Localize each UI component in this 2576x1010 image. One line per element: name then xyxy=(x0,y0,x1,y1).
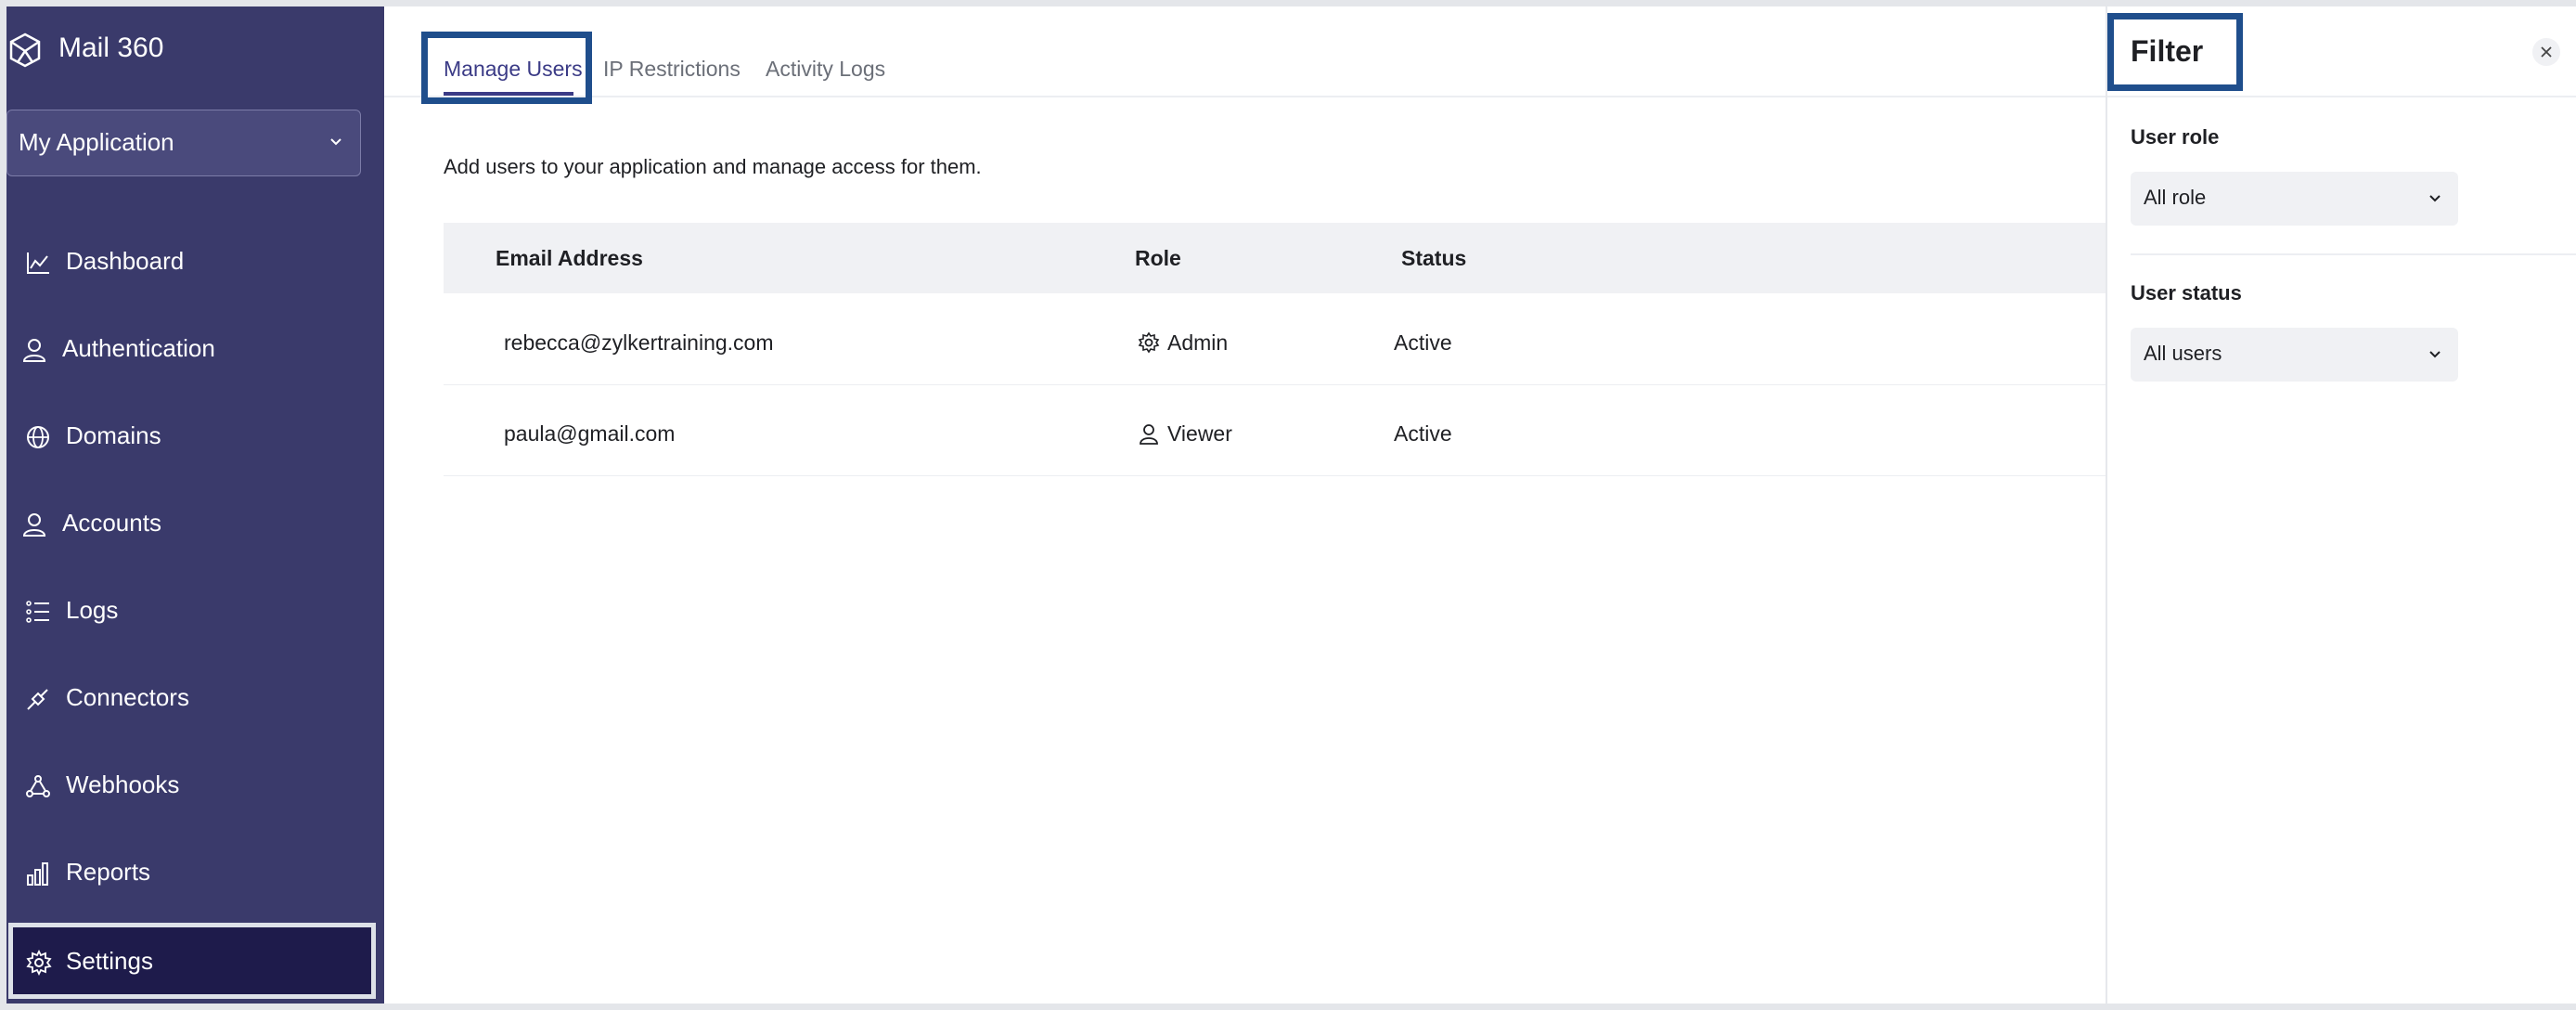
user-email: paula@gmail.com xyxy=(504,421,676,446)
user-icon xyxy=(22,339,46,362)
bar-chart-icon xyxy=(27,862,48,886)
sidebar-item-accounts[interactable]: Accounts xyxy=(6,489,384,558)
user-icon xyxy=(1140,424,1158,445)
close-button[interactable] xyxy=(2532,38,2560,66)
tab-ip-restrictions[interactable]: IP Restrictions xyxy=(603,57,741,82)
chevron-down-icon xyxy=(2429,351,2441,358)
column-header-role: Role xyxy=(1135,246,1181,270)
user-role: Admin xyxy=(1167,330,1229,355)
user-icon xyxy=(22,513,46,537)
sidebar: Mail 360 My Application Dashboard Authen… xyxy=(6,6,384,1004)
sidebar-item-label: Reports xyxy=(66,858,151,886)
main-content: Manage Users IP Restrictions Activity Lo… xyxy=(384,6,2106,1004)
user-status: Active xyxy=(1394,421,1452,446)
sidebar-item-reports[interactable]: Reports xyxy=(6,838,384,907)
tab-manage-users[interactable]: Manage Users xyxy=(444,57,583,82)
app-name: Mail 360 xyxy=(58,32,164,63)
webhook-icon xyxy=(26,775,50,797)
sidebar-item-label: Accounts xyxy=(62,509,161,537)
globe-icon xyxy=(27,426,49,448)
filter-title: Filter xyxy=(2131,34,2204,68)
chevron-down-icon xyxy=(330,138,341,146)
user-status-label: User status xyxy=(2131,281,2242,304)
column-header-email: Email Address xyxy=(496,246,643,270)
close-icon xyxy=(2541,46,2552,58)
sidebar-item-dashboard[interactable]: Dashboard xyxy=(6,227,384,296)
filter-header-divider xyxy=(2107,96,2576,97)
table-row[interactable]: rebecca@zylkertraining.com Admin Active xyxy=(444,293,2106,385)
sidebar-item-label: Connectors xyxy=(66,683,189,711)
sidebar-item-settings[interactable]: Settings xyxy=(8,923,376,999)
user-role-select[interactable]: All role xyxy=(2131,172,2458,226)
gear-icon xyxy=(1138,331,1160,354)
table-header: Email Address Role Status xyxy=(444,223,2106,293)
column-header-status: Status xyxy=(1401,246,1467,270)
filter-panel: Filter User role All role User status Al… xyxy=(2106,6,2576,1004)
user-role-select-value: All role xyxy=(2144,186,2207,209)
chart-line-icon xyxy=(27,252,49,274)
sidebar-item-label: Logs xyxy=(66,596,119,624)
table-row[interactable]: paula@gmail.com Viewer Active xyxy=(444,384,2106,476)
page-description: Add users to your application and manage… xyxy=(444,155,982,178)
sidebar-item-label: Domains xyxy=(66,421,161,449)
sidebar-item-authentication[interactable]: Authentication xyxy=(6,315,384,383)
sidebar-item-webhooks[interactable]: Webhooks xyxy=(6,751,384,820)
gear-icon xyxy=(26,950,52,976)
plug-icon xyxy=(27,689,48,710)
sidebar-item-connectors[interactable]: Connectors xyxy=(6,664,384,732)
tab-activity-logs[interactable]: Activity Logs xyxy=(766,57,885,82)
user-status-select[interactable]: All users xyxy=(2131,328,2458,382)
filter-section-divider xyxy=(2131,253,2576,255)
sidebar-item-label: Authentication xyxy=(62,334,215,362)
user-role: Viewer xyxy=(1167,421,1232,446)
chevron-down-icon xyxy=(2429,195,2441,202)
sidebar-item-label: Settings xyxy=(66,947,153,975)
active-tab-underline xyxy=(444,92,573,96)
user-email: rebecca@zylkertraining.com xyxy=(504,330,774,355)
application-selector[interactable]: My Application xyxy=(6,110,361,176)
list-icon xyxy=(26,601,49,623)
sidebar-item-logs[interactable]: Logs xyxy=(6,576,384,645)
sidebar-item-label: Webhooks xyxy=(66,770,180,798)
application-selector-value: My Application xyxy=(19,128,174,156)
user-status: Active xyxy=(1394,330,1452,355)
sidebar-item-label: Dashboard xyxy=(66,247,185,275)
user-status-select-value: All users xyxy=(2144,342,2222,365)
tab-bar: Manage Users IP Restrictions Activity Lo… xyxy=(384,6,2106,104)
brand: Mail 360 xyxy=(6,27,384,73)
user-role-label: User role xyxy=(2131,125,2220,149)
mail360-logo-icon xyxy=(9,32,41,68)
sidebar-item-domains[interactable]: Domains xyxy=(6,402,384,471)
